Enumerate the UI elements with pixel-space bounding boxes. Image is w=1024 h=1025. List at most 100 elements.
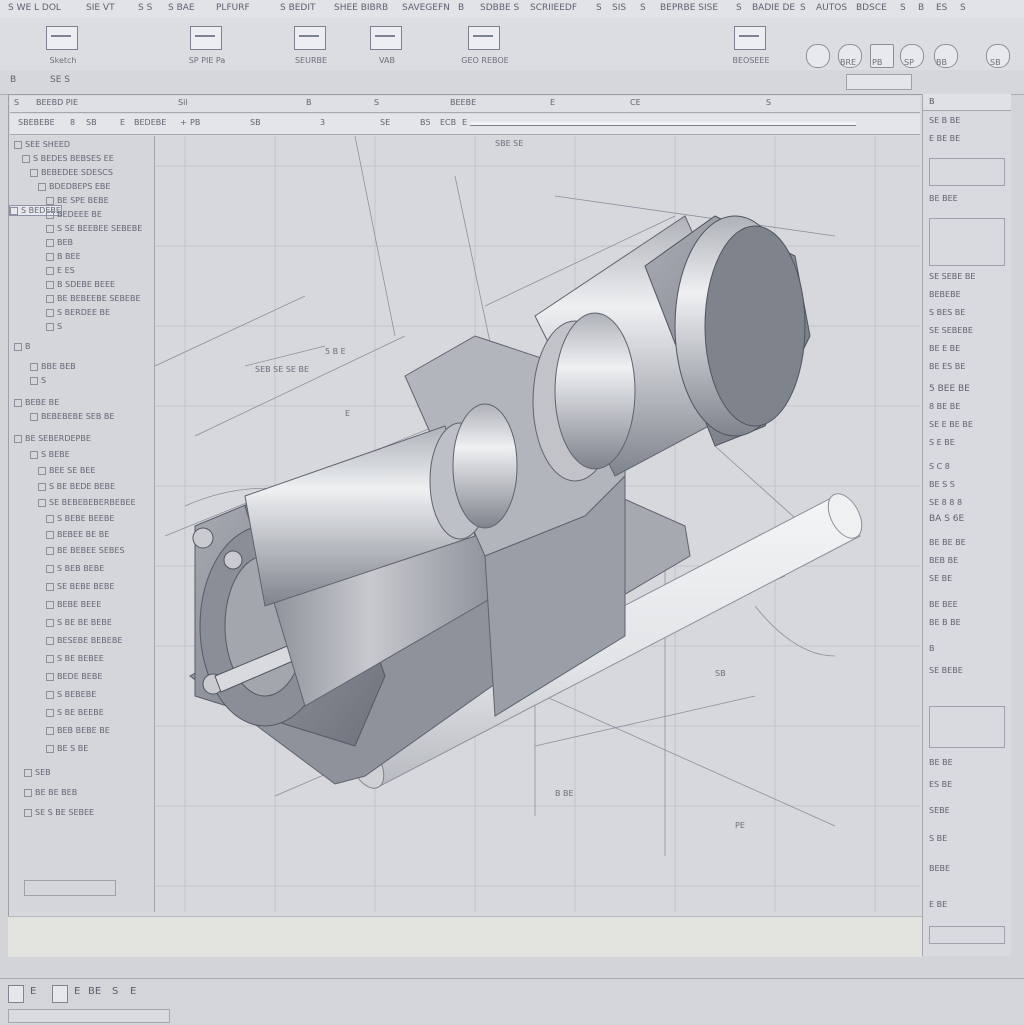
tree-item[interactable]: BEBE BE: [14, 398, 59, 407]
tree-item[interactable]: BEB BEBE BE: [46, 726, 110, 735]
progress-slider[interactable]: [470, 122, 856, 126]
menu-item[interactable]: SAVEGEFN: [402, 3, 450, 13]
tree-item[interactable]: SE BEBE BEBE: [46, 582, 114, 591]
tree-item[interactable]: B SDEBE BEEE: [46, 280, 115, 289]
ribbon-button[interactable]: BEOSEEE: [716, 24, 786, 68]
tree-item[interactable]: BE BEBEE SEBES: [46, 546, 125, 555]
model-viewport[interactable]: 5 B E E SBE SE B BE SB PE SEB SE SE BE: [155, 136, 920, 912]
toolbar-item[interactable]: +: [180, 118, 187, 127]
tree-item[interactable]: BBE BEB: [30, 362, 76, 371]
menu-item[interactable]: S BEDIT: [280, 3, 316, 13]
toolbar-item[interactable]: SBEBEBE: [18, 118, 55, 127]
ribbon-button[interactable]: VAB: [352, 24, 422, 68]
menu-item[interactable]: S: [960, 3, 966, 13]
toolbar-item[interactable]: PB: [190, 118, 200, 127]
toolbar-item[interactable]: SB: [250, 118, 261, 127]
bottom-label[interactable]: S: [112, 986, 118, 997]
sketch-button[interactable]: Sketch: [28, 24, 98, 68]
tree-item[interactable]: SEE SHEED: [14, 140, 70, 149]
toolbar-item[interactable]: BEEBE: [450, 98, 476, 107]
menu-item[interactable]: ES: [936, 3, 947, 13]
bottom-label[interactable]: E: [74, 986, 80, 997]
menu-item[interactable]: BADIE DE: [752, 3, 795, 13]
tree-item[interactable]: BESEBE BEBEBE: [46, 636, 122, 645]
search-input[interactable]: [846, 74, 912, 90]
toolbar-item[interactable]: SE: [380, 118, 390, 127]
cylinder-icon[interactable]: [806, 44, 830, 68]
menu-item[interactable]: S: [736, 3, 742, 13]
tree-item[interactable]: BEBEDEE SDESCS: [30, 168, 113, 177]
menu-item[interactable]: AUTOS: [816, 3, 847, 13]
property-field[interactable]: [929, 158, 1005, 186]
bottom-status-field[interactable]: [8, 1009, 170, 1023]
page-icon[interactable]: [8, 985, 24, 1003]
menu-item[interactable]: S: [900, 3, 906, 13]
tree-item[interactable]: BE SPE BEBE: [46, 196, 109, 205]
ribbon-button[interactable]: SEURBE: [276, 24, 346, 68]
menu-item[interactable]: B: [918, 3, 924, 13]
tree-item[interactable]: S BEDES BEBSES EE: [22, 154, 114, 163]
tree-item[interactable]: BE SEBERDEPBE: [14, 434, 91, 443]
property-field[interactable]: [929, 926, 1005, 944]
toolbar-item[interactable]: B5: [420, 118, 431, 127]
tree-item[interactable]: S BEBE: [30, 450, 70, 459]
tree-item[interactable]: BE BE BEB: [24, 788, 77, 797]
tree-item[interactable]: BEBEBEBE SEB BE: [30, 412, 114, 421]
tree-item[interactable]: B: [14, 342, 31, 351]
toolbar-item[interactable]: S: [766, 98, 771, 107]
menu-item[interactable]: SDBBE S: [480, 3, 519, 13]
tree-item[interactable]: E ES: [46, 266, 75, 275]
tree-item[interactable]: S BE BEEBE: [46, 708, 104, 717]
ribbon-button[interactable]: SP PIE Pa: [172, 24, 242, 68]
property-field[interactable]: [929, 218, 1005, 266]
menu-item[interactable]: S WE L DOL: [8, 3, 61, 13]
toolbar-item[interactable]: ECB: [440, 118, 456, 127]
toolbar-item[interactable]: BEEBD PIE: [36, 98, 78, 107]
toolbar-item[interactable]: 8: [70, 118, 75, 127]
tab[interactable]: B: [10, 75, 16, 85]
model-canvas[interactable]: 5 B E E SBE SE B BE SB PE SEB SE SE BE: [155, 136, 920, 912]
tab[interactable]: SE S: [50, 75, 70, 85]
toolbar-item[interactable]: E: [120, 118, 125, 127]
tree-item[interactable]: S BE BEDE BEBE: [38, 482, 115, 491]
tree-item[interactable]: S BERDEE BE: [46, 308, 110, 317]
menu-item[interactable]: BDSCE: [856, 3, 887, 13]
tree-item[interactable]: BEE SE BEE: [38, 466, 95, 475]
menu-item[interactable]: SIE VT: [86, 3, 115, 13]
tree-item[interactable]: S: [30, 376, 46, 385]
toolbar-item[interactable]: S: [374, 98, 379, 107]
tree-item[interactable]: S BE BEBEE: [46, 654, 104, 663]
tree-item[interactable]: S BEB BEBE: [46, 564, 104, 573]
menu-item[interactable]: SIS: [612, 3, 626, 13]
tree-item[interactable]: S: [46, 322, 62, 331]
toolbar-item[interactable]: 3: [320, 118, 325, 127]
tree-item[interactable]: B BEE: [46, 252, 81, 261]
tree-item[interactable]: SE S BE SEBEE: [24, 808, 94, 817]
toolbar-item[interactable]: CE: [630, 98, 641, 107]
toolbar-item[interactable]: BEDEBE: [134, 118, 166, 127]
tree-item[interactable]: BEDEEE BE: [46, 210, 102, 219]
ribbon-button[interactable]: GEO REBOE: [450, 24, 520, 68]
tree-item[interactable]: SEB: [24, 768, 51, 777]
toolbar-item[interactable]: SB: [86, 118, 97, 127]
tree-item[interactable]: BEB: [46, 238, 73, 247]
menu-item[interactable]: S S: [138, 3, 152, 13]
layer-icon[interactable]: [52, 985, 68, 1003]
menu-item[interactable]: B: [458, 3, 464, 13]
toolbar-item[interactable]: S: [14, 98, 19, 107]
tree-item[interactable]: BE BEBEEBE SEBEBE: [46, 294, 141, 303]
bottom-label[interactable]: BE: [88, 986, 101, 997]
menu-item[interactable]: SHEE BIBRB: [334, 3, 388, 13]
toolbar-item[interactable]: E: [550, 98, 555, 107]
tree-item[interactable]: BE S BE: [46, 744, 88, 753]
tree-item[interactable]: BEBE BEEE: [46, 600, 101, 609]
tree-item[interactable]: SE BEBEBEBERBEBEE: [38, 498, 136, 507]
menu-item[interactable]: BEPRBE SISE: [660, 3, 718, 13]
menu-item[interactable]: SCRIIEEDF: [530, 3, 577, 13]
toolbar-item[interactable]: B: [306, 98, 312, 107]
toolbar-item[interactable]: Sil: [178, 98, 188, 107]
toolbar-item[interactable]: E: [462, 118, 467, 127]
menu-item[interactable]: S: [596, 3, 602, 13]
tree-item[interactable]: S SE BEEBEE SEBEBE: [46, 224, 142, 233]
tree-item[interactable]: S BE BE BEBE: [46, 618, 112, 627]
